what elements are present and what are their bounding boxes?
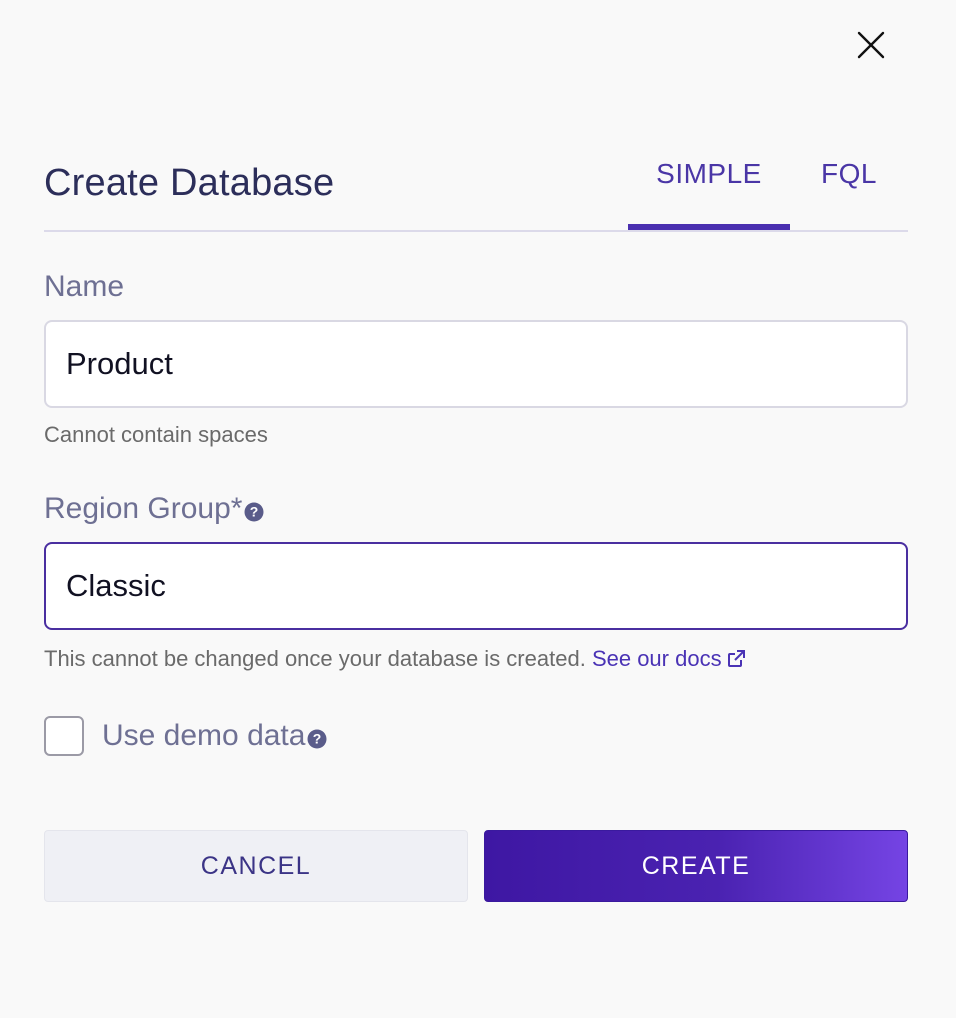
svg-text:?: ? [250, 504, 259, 520]
demo-data-label-text: Use demo data [102, 719, 306, 752]
tab-simple[interactable]: SIMPLE [628, 150, 790, 230]
help-circle-icon[interactable]: ? [307, 729, 327, 749]
create-database-dialog: Create Database SIMPLE FQL Name Cannot c… [0, 0, 956, 1018]
region-hint-text: This cannot be changed once your databas… [44, 646, 586, 671]
dialog-header: Create Database SIMPLE FQL [44, 150, 908, 232]
help-circle-icon[interactable]: ? [244, 502, 264, 522]
dialog-title: Create Database [44, 162, 335, 204]
svg-text:?: ? [313, 731, 322, 747]
demo-data-row: Use demo data ? [44, 710, 327, 762]
cancel-button[interactable]: CANCEL [44, 830, 468, 902]
active-tab-indicator [628, 224, 790, 230]
region-hint: This cannot be changed once your databas… [44, 646, 746, 675]
region-group-label: Region Group* ? [44, 492, 264, 526]
external-link-icon [726, 649, 746, 675]
name-hint: Cannot contain spaces [44, 422, 268, 447]
see-docs-link-text: See our docs [591, 646, 722, 671]
demo-data-label: Use demo data ? [102, 719, 327, 753]
name-label-text: Name [44, 270, 125, 303]
see-docs-link[interactable]: See our docs [592, 646, 746, 671]
name-label: Name [44, 270, 124, 304]
name-input[interactable] [44, 320, 908, 408]
tab-fql[interactable]: FQL [804, 150, 894, 230]
demo-data-checkbox[interactable] [44, 716, 84, 756]
close-button[interactable] [852, 26, 890, 64]
create-button[interactable]: CREATE [484, 830, 908, 902]
region-group-input[interactable] [44, 542, 908, 630]
close-icon [857, 31, 885, 59]
region-group-label-text: Region Group* [44, 492, 243, 525]
